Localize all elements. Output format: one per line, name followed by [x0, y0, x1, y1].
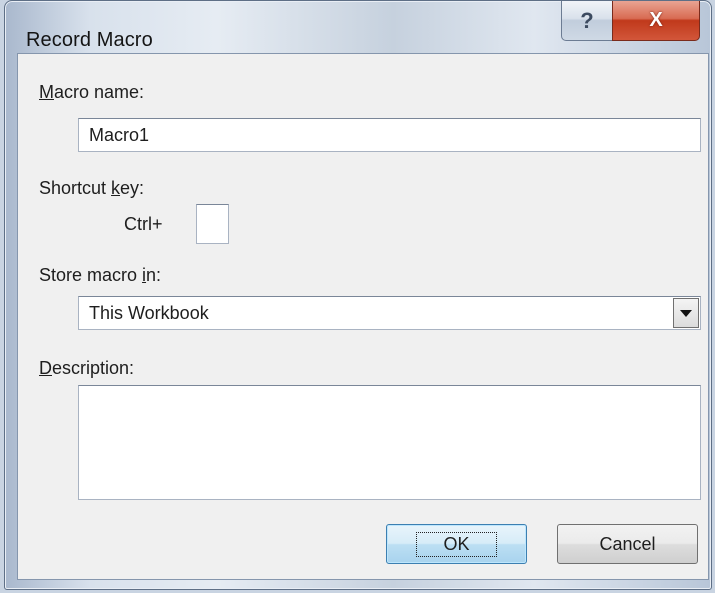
- dialog-body: Macro name: Macro1 Shortcut key: Ctrl+ S…: [17, 53, 709, 580]
- ok-button-label: OK: [416, 531, 497, 557]
- cancel-button-label: Cancel: [599, 533, 656, 554]
- shortcut-key-label: Shortcut key:: [39, 178, 145, 198]
- description-label: Description:: [39, 358, 135, 378]
- chevron-down-icon: [680, 309, 692, 317]
- store-macro-in-value: This Workbook: [89, 302, 209, 323]
- dropdown-button[interactable]: [673, 298, 699, 328]
- shortcut-key-input[interactable]: [196, 204, 229, 244]
- macro-name-input[interactable]: Macro1: [78, 118, 701, 152]
- macro-name-value: Macro1: [89, 124, 150, 145]
- description-textarea[interactable]: [78, 385, 701, 500]
- store-macro-in-label: Store macro in:: [39, 265, 162, 285]
- ok-button[interactable]: OK: [386, 524, 527, 564]
- macro-name-label: Macro name:: [39, 82, 145, 102]
- help-button[interactable]: ?: [561, 1, 613, 41]
- close-button[interactable]: X: [612, 1, 700, 41]
- cancel-button[interactable]: Cancel: [557, 524, 698, 564]
- store-macro-in-select[interactable]: This Workbook: [78, 296, 701, 330]
- record-macro-dialog: Record Macro ? X Macro name: Macro1 Shor…: [4, 0, 712, 590]
- close-icon: X: [649, 9, 663, 31]
- ctrl-label: Ctrl+: [124, 214, 163, 234]
- help-icon: ?: [580, 7, 594, 33]
- dialog-title: Record Macro: [26, 29, 153, 51]
